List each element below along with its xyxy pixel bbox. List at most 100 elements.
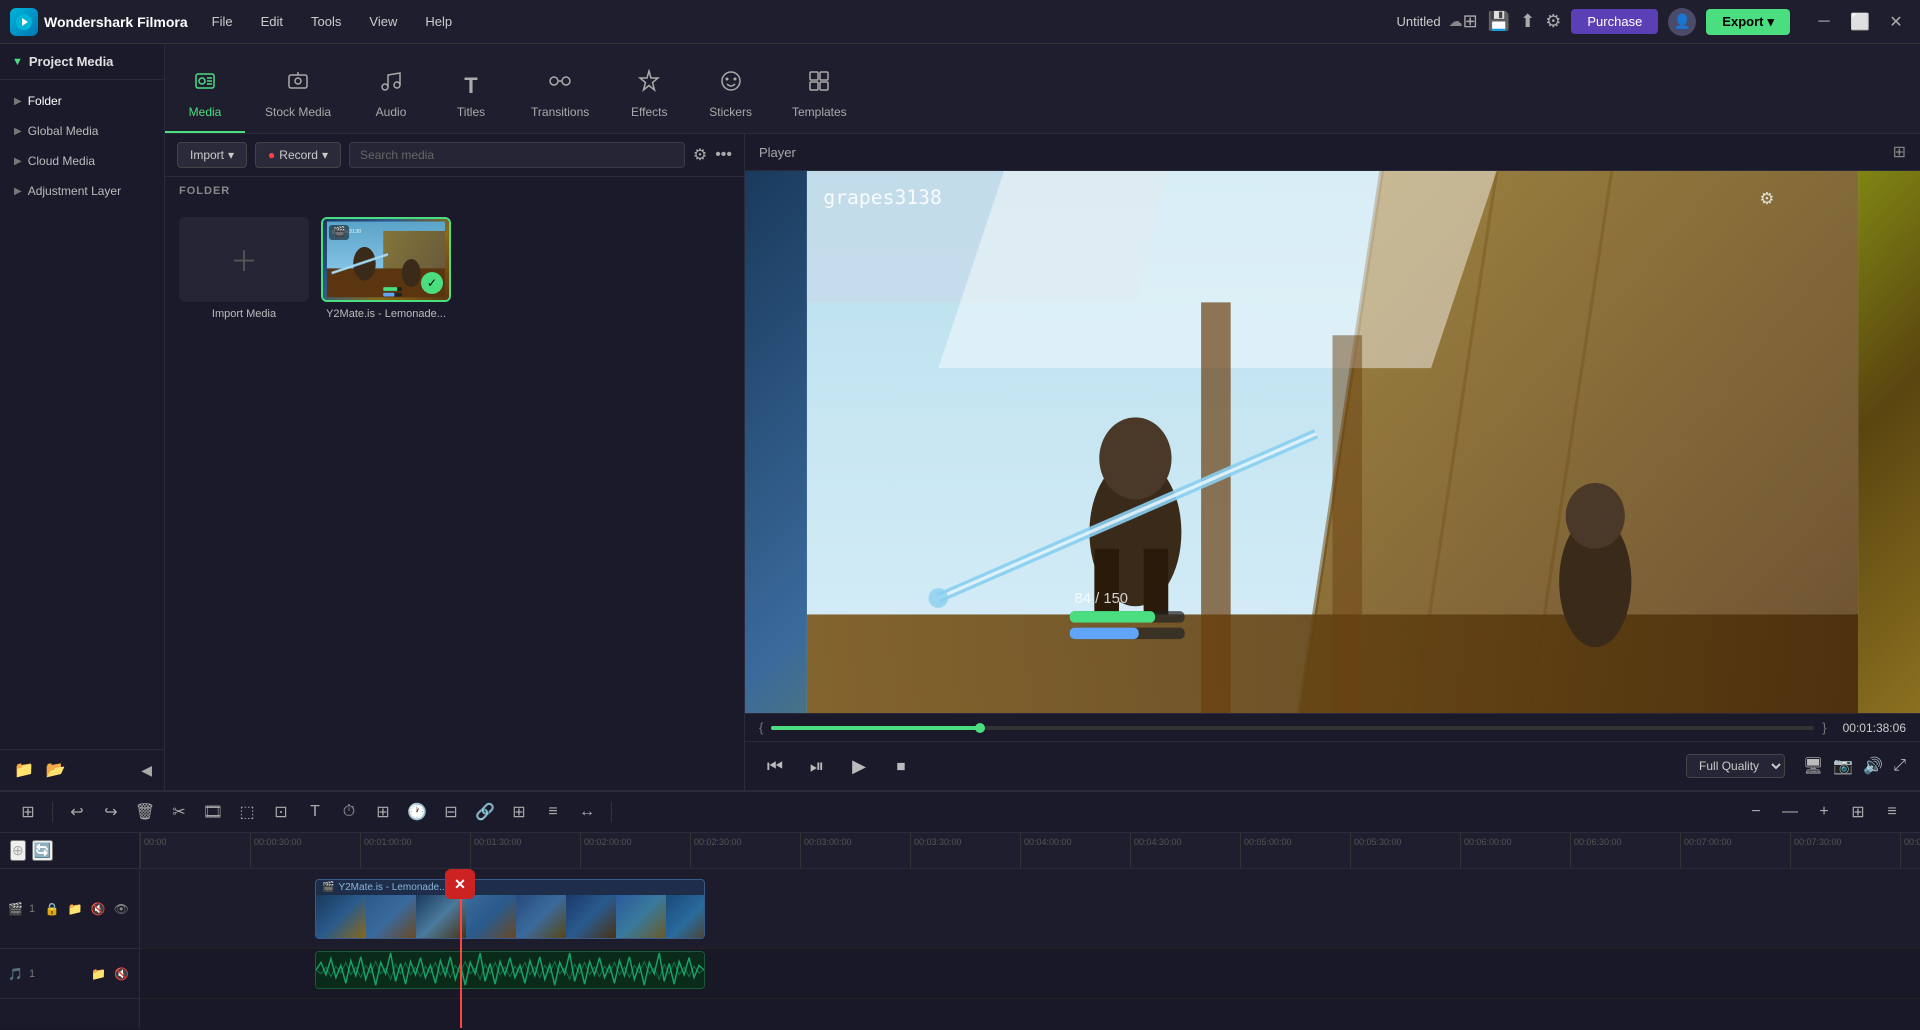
bracket-end-icon[interactable]: }: [1822, 720, 1826, 735]
undo-button[interactable]: ↩: [63, 798, 91, 826]
screenshot-button[interactable]: 📷: [1833, 756, 1853, 776]
time-display: 00:01:38:06: [1843, 721, 1906, 735]
tab-stickers[interactable]: Stickers: [689, 57, 772, 133]
tab-titles[interactable]: T Titles: [431, 61, 511, 133]
clip-button[interactable]: 🎞: [199, 798, 227, 826]
tab-templates[interactable]: Templates: [772, 57, 867, 133]
volume-button[interactable]: 🔊: [1863, 756, 1883, 776]
import-media-thumb[interactable]: ＋: [179, 217, 309, 302]
more-options-button[interactable]: •••: [715, 146, 732, 164]
step-back-button[interactable]: ⏮: [759, 750, 791, 782]
search-input[interactable]: [349, 142, 685, 168]
redo-button[interactable]: ↪: [97, 798, 125, 826]
save-icon[interactable]: 💾: [1488, 11, 1510, 32]
user-avatar[interactable]: 👤: [1668, 8, 1696, 36]
media-folder-label: FOLDER: [165, 177, 744, 205]
menu-help[interactable]: Help: [421, 12, 456, 31]
filter-button[interactable]: ⚙: [693, 145, 707, 165]
play-pause-button[interactable]: ⏯: [801, 750, 833, 782]
cut-button[interactable]: ✂: [165, 798, 193, 826]
upload-icon[interactable]: ⬆: [1520, 11, 1535, 32]
record-button[interactable]: ● Record ▾: [255, 142, 341, 168]
menu-view[interactable]: View: [365, 12, 401, 31]
settings-icon[interactable]: ⚙: [1545, 11, 1561, 32]
zoom-in-button[interactable]: +: [1810, 798, 1838, 826]
video-track-controls: 🔒 📁 🔇 👁: [43, 900, 131, 918]
timeline-settings-button[interactable]: ⊞: [14, 798, 42, 826]
audio-folder-button[interactable]: 📁: [89, 965, 108, 983]
tab-effects[interactable]: Effects: [609, 57, 689, 133]
tab-media[interactable]: Media: [165, 57, 245, 133]
tab-transitions[interactable]: Transitions: [511, 57, 609, 133]
play-forward-button[interactable]: ▶: [843, 750, 875, 782]
sidebar-item-global-media[interactable]: ▶ Global Media: [0, 116, 164, 146]
layout-icon[interactable]: ⊞: [1463, 11, 1478, 32]
sidebar-item-cloud-media[interactable]: ▶ Cloud Media: [0, 146, 164, 176]
menu-edit[interactable]: Edit: [257, 12, 287, 31]
clock-button[interactable]: 🕐: [403, 798, 431, 826]
tab-audio[interactable]: Audio: [351, 57, 431, 133]
video-eye-button[interactable]: 👁: [112, 900, 131, 918]
playhead-marker[interactable]: ✕: [445, 869, 475, 899]
ruler-tick-10: 00:05:00:00: [1240, 833, 1350, 868]
sidebar-item-adjustment-layer[interactable]: ▶ Adjustment Layer: [0, 176, 164, 206]
transition-btn[interactable]: ↔: [573, 798, 601, 826]
snap-button[interactable]: ⊟: [437, 798, 465, 826]
list-view-button[interactable]: ≡: [1878, 798, 1906, 826]
monitor-button[interactable]: 🖥: [1803, 756, 1823, 776]
ruler-tick-0: 00:00: [140, 833, 250, 868]
y2mate-thumb[interactable]: grapes3138 ✓ 🎬: [321, 217, 451, 302]
menu-tools[interactable]: Tools: [307, 12, 345, 31]
sidebar-item-folder[interactable]: ▶ Folder: [0, 86, 164, 116]
link-button[interactable]: 🔗: [471, 798, 499, 826]
player-progress-thumb[interactable]: [975, 723, 985, 733]
equalizer-button[interactable]: ≡: [539, 798, 567, 826]
tab-stock-media[interactable]: Stock Media: [245, 57, 351, 133]
audio-duck-button[interactable]: ⊞: [505, 798, 533, 826]
crop-button[interactable]: ⊡: [267, 798, 295, 826]
speed-button[interactable]: ⏱: [335, 798, 363, 826]
clip-thumb-3: [416, 895, 466, 939]
zoom-slash-button[interactable]: —: [1776, 798, 1804, 826]
cloud-sync-icon[interactable]: ☁: [1449, 13, 1463, 30]
timeline-sync-button[interactable]: 🔄: [32, 840, 53, 861]
player-progress-bar[interactable]: [771, 726, 1814, 730]
grid-view-button[interactable]: ⊞: [1844, 798, 1872, 826]
audio-mute-button[interactable]: 🔇: [112, 965, 131, 983]
quality-selector[interactable]: Full Quality 1/2 Quality 1/4 Quality: [1686, 754, 1785, 778]
import-media-item[interactable]: ＋ Import Media: [179, 217, 309, 778]
bracket-start-icon[interactable]: {: [759, 720, 763, 735]
zoom-out-button[interactable]: −: [1742, 798, 1770, 826]
audio-clip[interactable]: [315, 951, 705, 989]
menu-file[interactable]: File: [208, 12, 237, 31]
ruler-tick-4: 00:02:00:00: [580, 833, 690, 868]
select-button[interactable]: ⬚: [233, 798, 261, 826]
video-clip[interactable]: 🎬 Y2Mate.is - Lemonade...: [315, 879, 705, 939]
close-button[interactable]: ✕: [1882, 8, 1910, 36]
video-lock-button[interactable]: 🔒: [43, 900, 62, 918]
sidebar-project-header[interactable]: ▼ Project Media: [0, 44, 164, 80]
video-mute-button[interactable]: 🔇: [89, 900, 108, 918]
import-media-label: Import Media: [212, 308, 276, 320]
import-button[interactable]: Import ▾: [177, 142, 247, 168]
timeline-add-button[interactable]: ⊕: [10, 840, 26, 861]
stop-button[interactable]: ⏹: [885, 750, 917, 782]
new-folder-button[interactable]: 📂: [44, 758, 68, 782]
sidebar-collapse-button[interactable]: ◀: [141, 762, 152, 779]
player-fullscreen-icon[interactable]: ⊞: [1893, 142, 1906, 162]
minimize-button[interactable]: ─: [1810, 8, 1838, 36]
y2mate-media-item[interactable]: grapes3138 ✓ 🎬 Y2M: [321, 217, 451, 778]
clip-thumb-8: [666, 895, 704, 939]
text-button[interactable]: T: [301, 798, 329, 826]
maximize-button[interactable]: ⬜: [1846, 8, 1874, 36]
export-button[interactable]: Export ▾: [1706, 9, 1790, 35]
player-panel: Player ⊞: [745, 134, 1920, 790]
transform-button[interactable]: ⊞: [369, 798, 397, 826]
expand-button[interactable]: ⤢: [1893, 757, 1906, 775]
playhead-line: [460, 899, 462, 1028]
video-folder-button[interactable]: 📁: [66, 900, 85, 918]
delete-button[interactable]: 🗑: [131, 798, 159, 826]
player-video-content: grapes3138 ⚙ 84 / 150: [745, 171, 1920, 713]
purchase-button[interactable]: Purchase: [1571, 9, 1658, 34]
add-folder-button[interactable]: 📁: [12, 758, 36, 782]
